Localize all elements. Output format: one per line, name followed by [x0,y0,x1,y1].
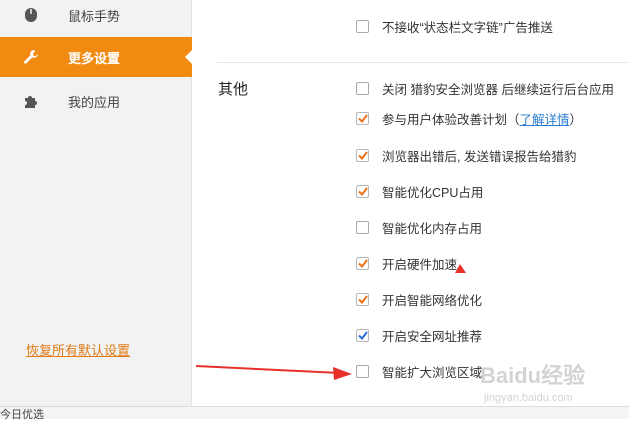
annotation-triangle [455,264,466,273]
annotation-arrow-line [195,365,341,374]
annotation-arrow-head [333,367,352,380]
bottom-bar: 今日优选 [0,406,629,421]
annotation-overlay [195,264,466,380]
bottom-bar-label[interactable]: 今日优选 [0,409,44,421]
